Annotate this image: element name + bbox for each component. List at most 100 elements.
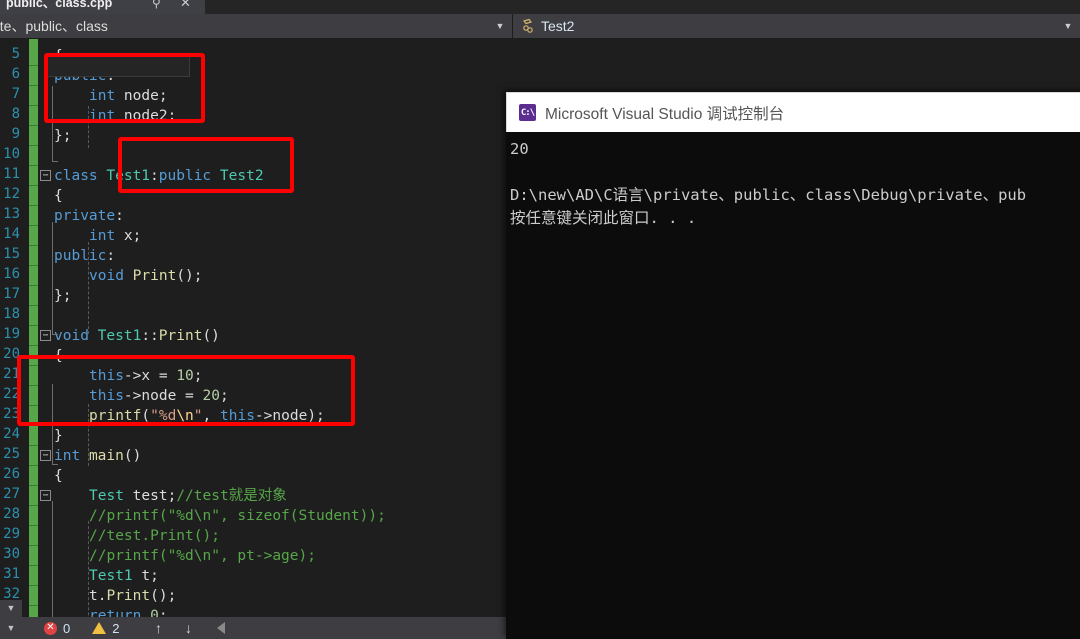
change-bar-tick xyxy=(29,585,38,586)
change-bar-tick xyxy=(29,265,38,266)
code-token: 20 xyxy=(202,388,220,404)
console-output-area[interactable]: 20 D:\new\AD\C语言\private、public、class\De… xyxy=(506,132,1080,639)
code-line[interactable]: //printf("%d\n", sizeof(Student)); xyxy=(89,506,386,526)
code-line[interactable]: public: xyxy=(54,246,115,266)
code-line[interactable]: } xyxy=(54,426,63,446)
close-icon[interactable]: ✕ xyxy=(180,0,191,14)
change-bar-tick xyxy=(29,325,38,326)
change-bar-tick xyxy=(29,485,38,486)
code-token: Print xyxy=(158,328,203,344)
line-number: 12 xyxy=(3,186,20,202)
code-token: int xyxy=(54,448,81,464)
code-line[interactable]: t.Print(); xyxy=(89,586,176,606)
code-line[interactable]: class Test1:public Test2 xyxy=(54,166,264,186)
code-token: { xyxy=(54,468,63,484)
tab-title-label: public、class.cpp xyxy=(6,0,113,10)
line-number: 27 xyxy=(3,486,20,502)
line-number-gutter: 5 6 7 8 9 10 11 12 13 14 15 16 17 18 19 20 21 22 23 24 25 26 2… xyxy=(0,39,22,617)
code-line[interactable]: { xyxy=(54,466,63,486)
line-number: 25 xyxy=(3,446,20,462)
code-line[interactable]: int node; xyxy=(89,86,168,106)
line-number: 21 xyxy=(3,366,20,382)
code-line[interactable]: }; xyxy=(54,286,71,306)
code-line[interactable]: { xyxy=(54,186,63,206)
code-token: () xyxy=(202,328,220,344)
class-member-icon xyxy=(521,18,537,34)
code-token: ; xyxy=(219,388,229,404)
code-line[interactable]: return 0; xyxy=(89,606,168,617)
member-navigation-bar[interactable]: Test2 ▼ xyxy=(513,14,1080,39)
console-output-line: 按任意键关闭此窗口. . . xyxy=(510,209,697,227)
code-token: 10 xyxy=(176,368,194,384)
change-bar-tick xyxy=(29,465,38,466)
change-bar-tick xyxy=(29,185,38,186)
previous-issue-button[interactable]: ↑ xyxy=(143,617,173,639)
line-number: 28 xyxy=(3,506,20,522)
editor-scroll-down-button[interactable]: ▼ xyxy=(0,600,22,617)
change-bar-tick xyxy=(29,285,38,286)
console-title-bar[interactable]: C:\ Microsoft Visual Studio 调试控制台 xyxy=(506,92,1080,132)
console-app-icon: C:\ xyxy=(519,104,536,121)
line-number: 19 xyxy=(3,326,20,342)
console-output-line: 20 xyxy=(510,140,529,158)
code-token: Test1 xyxy=(89,568,133,584)
code-line[interactable]: Test test;//test就是对象 xyxy=(89,486,287,506)
code-line[interactable]: //test.Print(); xyxy=(89,526,220,546)
change-bar-tick xyxy=(29,305,38,306)
block-guide-line xyxy=(52,222,53,334)
code-line[interactable]: { xyxy=(54,346,63,366)
code-line[interactable]: void Test1::Print() xyxy=(54,326,220,346)
code-token: " xyxy=(193,408,203,424)
current-line-indicator xyxy=(45,56,190,77)
code-line[interactable]: int node2; xyxy=(89,106,176,126)
line-number: 30 xyxy=(3,546,20,562)
line-number: 9 xyxy=(11,126,20,142)
code-token: ; xyxy=(167,488,177,504)
code-line[interactable]: this->node = 20; xyxy=(89,386,229,406)
warning-status[interactable]: 2 xyxy=(92,617,119,639)
chevron-down-icon[interactable]: ▼ xyxy=(1063,21,1073,31)
block-guide-elbow xyxy=(52,334,58,335)
code-text-area[interactable]: { public: int node;int node2;}; class Test1… xyxy=(38,39,513,617)
left-triangle-icon[interactable] xyxy=(217,622,226,634)
error-status[interactable]: ✕ 0 xyxy=(44,617,70,639)
debug-console-window[interactable]: C:\ Microsoft Visual Studio 调试控制台 20 D:\… xyxy=(506,92,1080,639)
line-number: 29 xyxy=(3,526,20,542)
code-token: () xyxy=(123,448,142,464)
code-line[interactable]: this->x = 10; xyxy=(89,366,203,386)
code-line[interactable]: printf("%d\n", this->node); xyxy=(89,406,325,426)
chevron-down-icon[interactable]: ▼ xyxy=(495,21,505,31)
code-token: int xyxy=(89,88,116,104)
code-token: ); xyxy=(307,408,325,424)
line-number: 20 xyxy=(3,346,20,362)
code-token: //test就是对象 xyxy=(176,488,287,504)
code-token: test xyxy=(123,488,168,504)
code-token: ; xyxy=(193,368,203,384)
code-line[interactable]: void Print(); xyxy=(89,266,203,286)
code-token: ->x = xyxy=(123,368,177,384)
code-token: int xyxy=(89,228,116,244)
member-label: Test2 xyxy=(541,18,575,34)
change-bar-tick xyxy=(29,225,38,226)
code-line[interactable]: int main() xyxy=(54,446,141,466)
code-token: ; xyxy=(150,568,159,584)
code-line[interactable]: private: xyxy=(54,206,124,226)
tab-active-file[interactable]: public、class.cpp xyxy=(0,0,205,14)
visual-studio-window: public、class.cpp ⚲ ✕ ate、public、class ▼ … xyxy=(0,0,1080,639)
code-token: (); xyxy=(176,268,203,284)
code-editor[interactable]: 5 6 7 8 9 10 11 12 13 14 15 16 17 18 19 20 21 22 23 24 25 26 2… xyxy=(0,39,513,617)
next-issue-button[interactable]: ↓ xyxy=(173,617,203,639)
code-line[interactable]: Test1 t; xyxy=(89,566,159,586)
code-line[interactable]: int x; xyxy=(89,226,141,246)
scroll-down-icon[interactable]: ▼ xyxy=(0,623,22,633)
code-token: ->node xyxy=(254,408,308,424)
pin-icon[interactable]: ⚲ xyxy=(152,0,161,14)
line-number: 7 xyxy=(11,86,20,102)
code-token: int xyxy=(89,108,116,124)
code-line[interactable]: }; xyxy=(54,126,71,146)
scope-navigation-bar[interactable]: ate、public、class ▼ xyxy=(0,14,513,39)
code-line[interactable]: //printf("%d\n", pt->age); xyxy=(89,546,316,566)
code-token: //printf("%d\n", sizeof(Student)); xyxy=(89,508,386,524)
